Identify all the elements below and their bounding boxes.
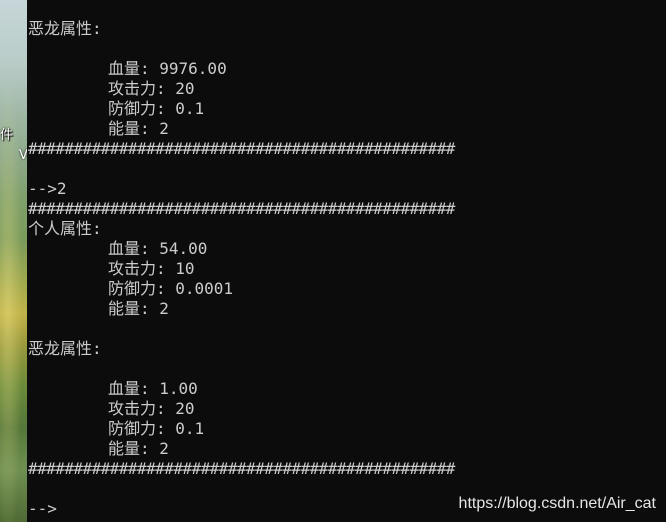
- player-hp-line: 血量: 54.00: [108, 239, 208, 258]
- dragon-energy-line: 能量: 2: [108, 439, 169, 458]
- dragon-stats-heading: 恶龙属性:: [28, 19, 102, 38]
- input-prompt[interactable]: -->: [28, 499, 57, 519]
- separator-line: ########################################…: [28, 139, 455, 158]
- player-attack-line: 攻击力: 10: [108, 259, 195, 278]
- desktop-icon-label-partial[interactable]: V: [19, 148, 27, 164]
- dragon-hp-line: 血量: 9976.00: [108, 59, 227, 78]
- player-energy-line: 能量: 2: [108, 299, 169, 318]
- dragon-hp-line: 血量: 1.00: [108, 379, 198, 398]
- dragon-attack-line: 攻击力: 20: [108, 79, 195, 98]
- screen: 件 V 恶龙属性: 血量: 9976.00 攻击力: 20 防御力: 0.1 能…: [0, 0, 666, 522]
- dragon-attack-line: 攻击力: 20: [108, 399, 195, 418]
- dragon-defense-line: 防御力: 0.1: [108, 419, 205, 438]
- command-prompt-line: -->2: [28, 179, 67, 198]
- dragon-defense-line: 防御力: 0.1: [108, 99, 205, 118]
- player-stats-heading: 个人属性:: [28, 219, 102, 238]
- separator-line: ########################################…: [28, 199, 455, 218]
- player-defense-line: 防御力: 0.0001: [108, 279, 234, 298]
- watermark-url: https://blog.csdn.net/Air_cat: [458, 495, 656, 512]
- desktop-wallpaper: [0, 0, 27, 522]
- dragon-stats-heading: 恶龙属性:: [28, 339, 102, 358]
- separator-line: ########################################…: [28, 459, 455, 478]
- console-window[interactable]: 恶龙属性: 血量: 9976.00 攻击力: 20 防御力: 0.1 能量: 2…: [27, 0, 666, 522]
- desktop-icon-label[interactable]: 件: [0, 128, 13, 144]
- dragon-energy-line: 能量: 2: [108, 119, 169, 138]
